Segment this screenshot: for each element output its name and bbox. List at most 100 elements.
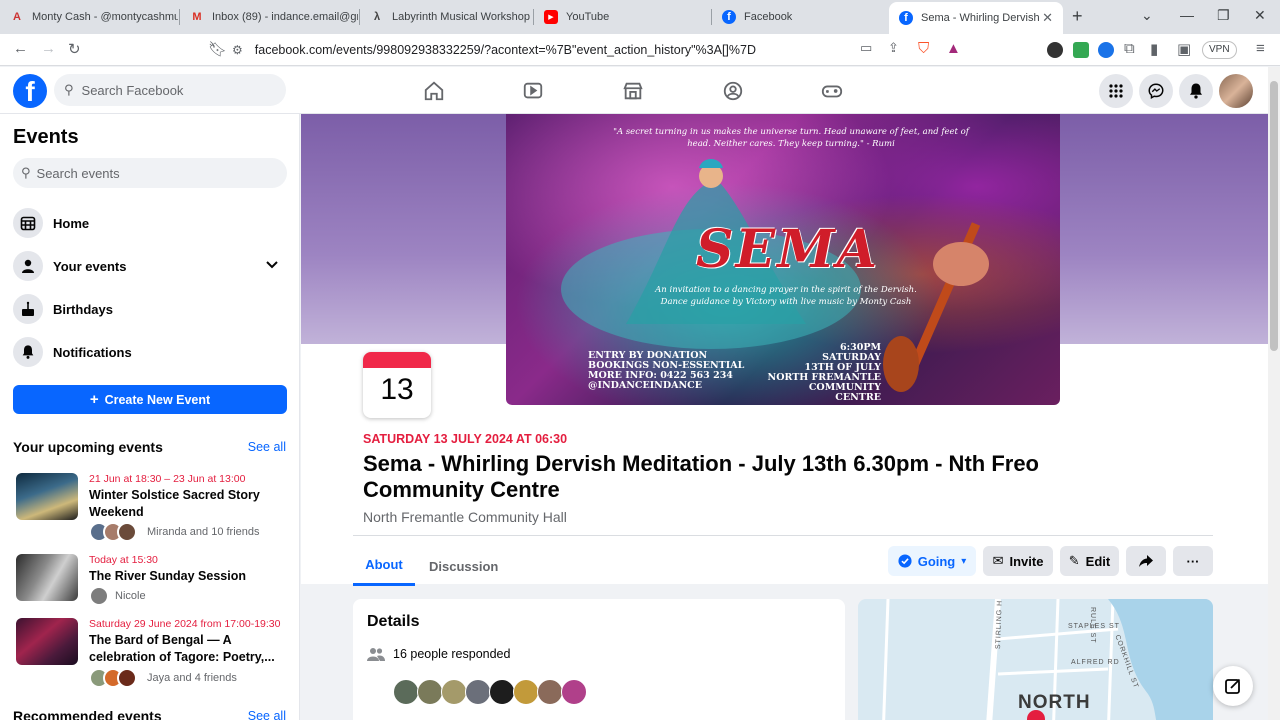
share-button[interactable] xyxy=(1126,546,1166,576)
home-icon[interactable] xyxy=(422,79,446,103)
extension-icon[interactable] xyxy=(1098,42,1114,58)
groups-icon[interactable] xyxy=(721,79,745,103)
responder-avatar[interactable] xyxy=(513,679,539,705)
extension-icon[interactable] xyxy=(1047,42,1063,58)
browser-tab[interactable]: ▶ YouTube xyxy=(534,4,710,30)
edit-button[interactable]: ✎ Edit xyxy=(1060,546,1119,576)
event-friends: Nicole xyxy=(89,586,146,606)
responder-avatar[interactable] xyxy=(441,679,467,705)
cast-icon[interactable]: ▭ xyxy=(860,40,872,56)
wallet-icon[interactable]: ▣ xyxy=(1177,40,1191,58)
browser-tab-active[interactable]: f Sema - Whirling Dervish M ✕ xyxy=(889,2,1063,34)
reload-button[interactable]: ↻ xyxy=(68,40,81,58)
maximize-button[interactable]: ❐ xyxy=(1217,7,1230,24)
header-divider xyxy=(353,535,1213,536)
browser-tab[interactable]: A Monty Cash - @montycashmus xyxy=(0,4,178,30)
map-street-label: ALFRED RD xyxy=(1071,659,1120,666)
event-thumbnail xyxy=(16,473,78,520)
profile-avatar[interactable] xyxy=(1219,74,1253,108)
marketplace-icon[interactable] xyxy=(621,79,645,103)
browser-tab[interactable]: M Inbox (89) - indance.email@gm xyxy=(180,4,358,30)
tab-about[interactable]: About xyxy=(353,546,415,586)
pencil-icon: ✎ xyxy=(1068,553,1080,568)
browser-tab[interactable]: λ Labyrinth Musical Workshop - C xyxy=(360,4,532,30)
forward-button[interactable]: → xyxy=(41,40,56,57)
responder-avatar[interactable] xyxy=(393,679,419,705)
upcoming-event-item[interactable]: 21 Jun at 18:30 – 23 Jun at 13:00 Winter… xyxy=(16,473,286,543)
browser-tab[interactable]: f Facebook xyxy=(712,4,886,30)
close-tab-icon[interactable]: ✕ xyxy=(1042,10,1053,26)
responder-avatar[interactable] xyxy=(465,679,491,705)
tab-title: Monty Cash - @montycashmus xyxy=(32,11,178,23)
responder-avatars[interactable] xyxy=(393,679,587,705)
notifications-bell-icon[interactable] xyxy=(1179,74,1213,108)
responder-avatar[interactable] xyxy=(537,679,563,705)
page-scrollbar[interactable] xyxy=(1268,67,1280,720)
scrollbar-thumb[interactable] xyxy=(1270,81,1278,351)
invite-label: Invite xyxy=(1009,553,1044,569)
recommended-see-all-link[interactable]: See all xyxy=(248,709,286,720)
tab-title: Inbox (89) - indance.email@gm xyxy=(212,11,358,23)
responded-row[interactable]: 16 people responded xyxy=(367,647,510,661)
friend-avatar xyxy=(117,668,137,688)
address-bar[interactable]: ⚙ facebook.com/events/998092938332259/?a… xyxy=(232,38,1032,62)
map-street-label: RULE ST xyxy=(1089,607,1096,644)
event-location-map[interactable]: STIRLING H STAPLES ST ALFRED RD CORKHILL… xyxy=(858,599,1213,720)
brave-rewards-icon[interactable]: ▲ xyxy=(946,40,961,57)
more-options-button[interactable]: ··· xyxy=(1173,546,1213,576)
search-placeholder: Search Facebook xyxy=(81,82,184,98)
sidebar-toggle-icon[interactable]: ▮ xyxy=(1150,40,1158,58)
event-thumbnail xyxy=(16,618,78,665)
search-placeholder: Search events xyxy=(36,165,120,181)
poster-quote: "A secret turning in us makes the univer… xyxy=(613,127,969,149)
invite-button[interactable]: ✉ Invite xyxy=(983,546,1053,576)
facebook-logo[interactable]: f xyxy=(13,74,47,108)
event-datetime: SATURDAY 13 JULY 2024 AT 06:30 xyxy=(363,432,568,446)
menu-grid-icon[interactable] xyxy=(1099,74,1133,108)
upcoming-event-item[interactable]: Today at 15:30 The River Sunday Session … xyxy=(16,554,286,609)
bookmark-icon[interactable]: 🔖︎ xyxy=(208,40,227,58)
tab-favicon-icon: A xyxy=(13,11,21,23)
close-window-button[interactable]: ✕ xyxy=(1254,7,1266,24)
upcoming-event-item[interactable]: Saturday 29 June 2024 from 17:00-19:30 T… xyxy=(16,618,286,690)
video-icon[interactable] xyxy=(521,79,545,103)
minimize-button[interactable]: — xyxy=(1180,7,1194,23)
compose-message-button[interactable] xyxy=(1213,666,1253,706)
share-arrow-icon xyxy=(1139,555,1153,567)
menu-icon[interactable]: ≡ xyxy=(1256,40,1265,57)
event-cover-image[interactable]: "A secret turning in us makes the univer… xyxy=(506,114,1060,405)
create-new-event-button[interactable]: + Create New Event xyxy=(13,385,287,414)
extensions-puzzle-icon[interactable]: ⧉ xyxy=(1124,40,1135,57)
sidebar-item-birthdays[interactable]: Birthdays xyxy=(13,291,287,327)
messenger-icon[interactable] xyxy=(1139,74,1173,108)
calendar-grid-icon xyxy=(13,208,43,238)
event-title: The Bard of Bengal — A celebration of Ta… xyxy=(89,633,275,664)
facebook-search-input[interactable]: ⚲ Search Facebook xyxy=(54,74,286,106)
sidebar-item-notifications[interactable]: Notifications xyxy=(13,334,287,370)
upcoming-see-all-link[interactable]: See all xyxy=(248,440,286,454)
gaming-icon[interactable] xyxy=(820,79,844,103)
responder-avatar[interactable] xyxy=(489,679,515,705)
site-settings-icon[interactable]: ⚙ xyxy=(232,43,243,57)
responder-avatar[interactable] xyxy=(417,679,443,705)
bell-icon xyxy=(13,337,43,367)
tab-discussion[interactable]: Discussion xyxy=(429,546,498,586)
brave-shield-icon[interactable]: ⛉ xyxy=(918,40,929,57)
event-location[interactable]: North Fremantle Community Hall xyxy=(363,509,567,525)
share-icon[interactable]: ⇪ xyxy=(888,40,899,56)
back-button[interactable]: ← xyxy=(13,40,28,57)
tab-title: Facebook xyxy=(744,11,793,23)
chevron-down-icon[interactable] xyxy=(265,258,279,275)
vpn-button[interactable]: VPN xyxy=(1202,41,1237,59)
sidebar-item-your-events[interactable]: Your events xyxy=(13,248,287,284)
events-search-input[interactable]: ⚲ Search events xyxy=(13,158,287,188)
tab-search-chevron-icon[interactable]: ⌄ xyxy=(1141,7,1153,24)
friends-text: Nicole xyxy=(115,590,146,602)
extension-icon[interactable] xyxy=(1073,42,1089,58)
going-button[interactable]: Going ▾ xyxy=(888,546,976,576)
plus-icon: + xyxy=(89,391,99,408)
responder-avatar[interactable] xyxy=(561,679,587,705)
person-icon xyxy=(13,251,43,281)
sidebar-item-home[interactable]: Home xyxy=(13,205,287,241)
new-tab-button[interactable]: + xyxy=(1072,6,1083,27)
